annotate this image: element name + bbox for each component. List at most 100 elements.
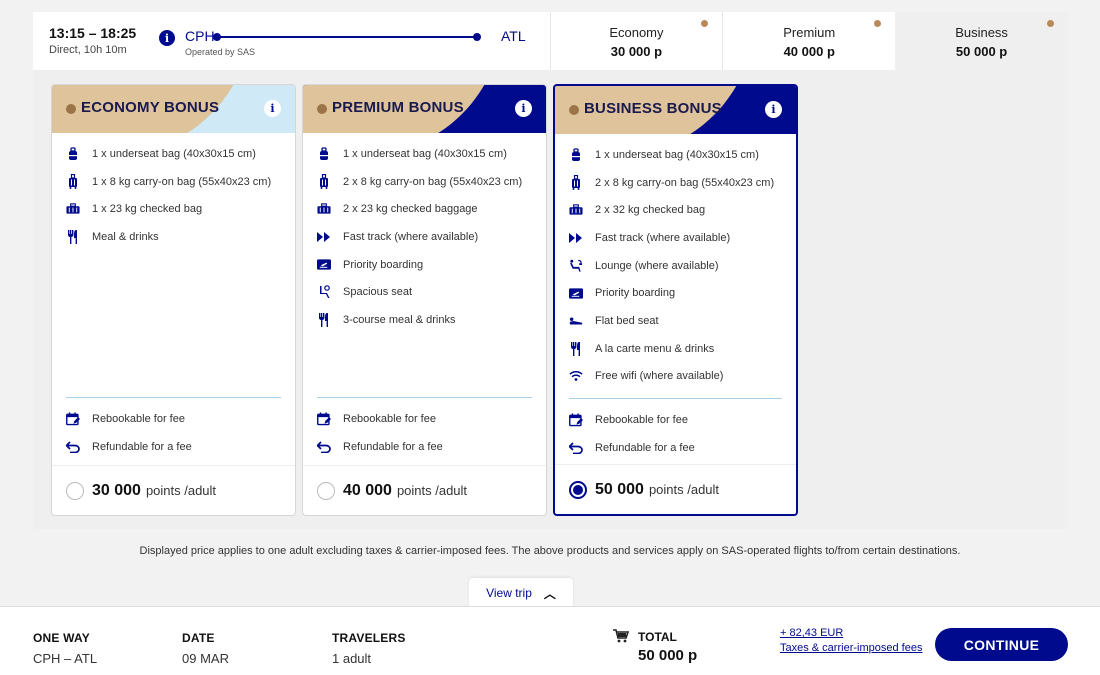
terms-list: Rebookable for fee Refundable for a fee (317, 405, 536, 460)
divider (66, 397, 281, 398)
points-unit: points /adult (396, 483, 468, 498)
continue-button[interactable]: CONTINUE (935, 628, 1068, 661)
fast-track-icon (569, 231, 583, 245)
feature-item-text: Fast track (where available) (595, 231, 731, 244)
feature-item-text: Fast track (where available) (343, 230, 479, 243)
operated-by: Operated by SAS (185, 47, 256, 57)
info-icon[interactable]: i (159, 30, 175, 46)
fare-radio[interactable] (66, 481, 84, 500)
fast-track-icon (317, 230, 331, 244)
feature-item-text: 2 x 8 kg carry-on bag (55x40x23 cm) (343, 175, 523, 188)
feature-item: 3-course meal & drinks (317, 306, 536, 334)
travelers-value: 1 adult (332, 651, 372, 666)
feature-item-text: 2 x 23 kg checked baggage (343, 203, 478, 216)
fare-title: ECONOMY BONUS (81, 99, 220, 116)
checked-bag-icon (66, 202, 80, 216)
feature-item: 1 x underseat bag (40x30x15 cm) (66, 140, 285, 168)
divider (317, 397, 532, 398)
route-line (213, 33, 481, 41)
info-icon[interactable]: i (264, 100, 281, 117)
feature-item-text: Meal & drinks (92, 230, 159, 243)
cabin-tab-economy[interactable]: Economy 30 000 p (549, 12, 723, 70)
feature-item: Free wifi (where available) (569, 363, 786, 391)
term-item-text: Rebookable for fee (595, 413, 688, 426)
origin-code: CPH (185, 28, 215, 44)
feature-item-text: Spacious seat (343, 286, 413, 299)
fare-radio[interactable] (569, 480, 587, 499)
term-item: Refundable for a fee (66, 433, 285, 461)
price-row[interactable]: 50 000 points /adult (555, 464, 796, 514)
refund-icon (317, 440, 331, 454)
feature-list: 1 x underseat bag (40x30x15 cm) 2 x 8 kg … (317, 140, 536, 334)
lounge-icon (569, 259, 583, 273)
view-trip-label: View trip (486, 586, 532, 600)
boarding-pass-icon (569, 286, 583, 300)
cabin-name: Premium (783, 25, 836, 40)
fare-title: PREMIUM BONUS (332, 99, 464, 116)
total-label: TOTAL (638, 630, 677, 644)
fare-card-economy[interactable]: ECONOMY BONUS i 1 x underseat bag (40x30… (51, 84, 296, 516)
flight-duration: Direct, 10h 10m (49, 44, 127, 56)
date-value: 09 MAR (182, 651, 229, 666)
fare-title: BUSINESS BONUS (584, 100, 722, 117)
feature-item-text: 2 x 32 kg checked bag (595, 204, 706, 217)
feature-item: Fast track (where available) (569, 224, 786, 252)
info-icon[interactable]: i (765, 101, 782, 118)
checked-bag-icon (569, 203, 583, 217)
feature-item: Fast track (where available) (317, 223, 536, 251)
cabin-tab-business[interactable]: Business 50 000 p (895, 12, 1068, 70)
fare-dot-icon (66, 104, 76, 114)
feature-item: Meal & drinks (66, 223, 285, 251)
feature-item-text: Lounge (where available) (595, 259, 719, 272)
feature-item-text: 3-course meal & drinks (343, 313, 456, 326)
points-unit: points /adult (648, 482, 720, 497)
carry-on-icon (317, 174, 331, 190)
price-row[interactable]: 30 000 points /adult (52, 465, 295, 515)
feature-item: Flat bed seat (569, 307, 786, 335)
cabin-name: Business (955, 25, 1008, 40)
price-row[interactable]: 40 000 points /adult (303, 465, 546, 515)
chevron-up-icon: ︿ (543, 586, 556, 601)
feature-item: Priority boarding (569, 279, 786, 307)
fare-card-business[interactable]: BUSINESS BONUS i 1 x underseat bag (40x3… (553, 84, 798, 516)
view-trip-toggle[interactable]: View trip ︿ (469, 578, 573, 608)
carry-on-icon (66, 174, 80, 190)
taxes-fees-link[interactable]: + 82,43 EUR Taxes & carrier-imposed fees (780, 626, 922, 656)
feature-item: Priority boarding (317, 251, 536, 279)
seat-icon (317, 285, 331, 299)
points-value: 50 000 (595, 480, 644, 498)
feature-item: 2 x 23 kg checked baggage (317, 195, 536, 223)
calendar-edit-icon (317, 412, 331, 426)
cabin-name: Economy (609, 25, 664, 40)
refund-icon (66, 440, 80, 454)
term-item-text: Refundable for a fee (92, 440, 192, 453)
term-item: Rebookable for fee (66, 405, 285, 433)
feature-item-text: 1 x underseat bag (40x30x15 cm) (343, 147, 507, 160)
feature-item: Lounge (where available) (569, 252, 786, 280)
bag-icon (569, 148, 583, 162)
bag-icon (66, 147, 80, 161)
fees-label: Taxes & carrier-imposed fees (780, 642, 923, 654)
feature-item: 1 x underseat bag (40x30x15 cm) (317, 140, 536, 168)
cabin-tab-premium[interactable]: Premium 40 000 p (722, 12, 895, 70)
feature-item: 2 x 8 kg carry-on bag (55x40x23 cm) (317, 168, 536, 196)
term-item: Refundable for a fee (317, 433, 536, 461)
feature-item: A la carte menu & drinks (569, 335, 786, 363)
meal-icon (317, 312, 331, 327)
info-icon[interactable]: i (515, 100, 532, 117)
carry-on-icon (569, 175, 583, 191)
fare-radio[interactable] (317, 481, 335, 500)
fare-card-premium[interactable]: PREMIUM BONUS i 1 x underseat bag (40x30… (302, 84, 547, 516)
term-item: Refundable for a fee (569, 434, 786, 462)
destination-code: ATL (501, 28, 526, 44)
calendar-edit-icon (66, 412, 80, 426)
fare-panel: ECONOMY BONUS i 1 x underseat bag (40x30… (33, 70, 1068, 529)
cabin-price: 30 000 p (610, 44, 663, 59)
flight-times: 13:15 – 18:25 (49, 25, 137, 41)
cabin-price: 40 000 p (783, 44, 835, 59)
fare-card-header: PREMIUM BONUS i (303, 85, 546, 133)
points-unit: points /adult (145, 483, 217, 498)
total-value: 50 000 p (638, 647, 698, 664)
feature-item-text: 2 x 8 kg carry-on bag (55x40x23 cm) (595, 176, 775, 189)
feature-item-text: 1 x underseat bag (40x30x15 cm) (595, 148, 759, 161)
